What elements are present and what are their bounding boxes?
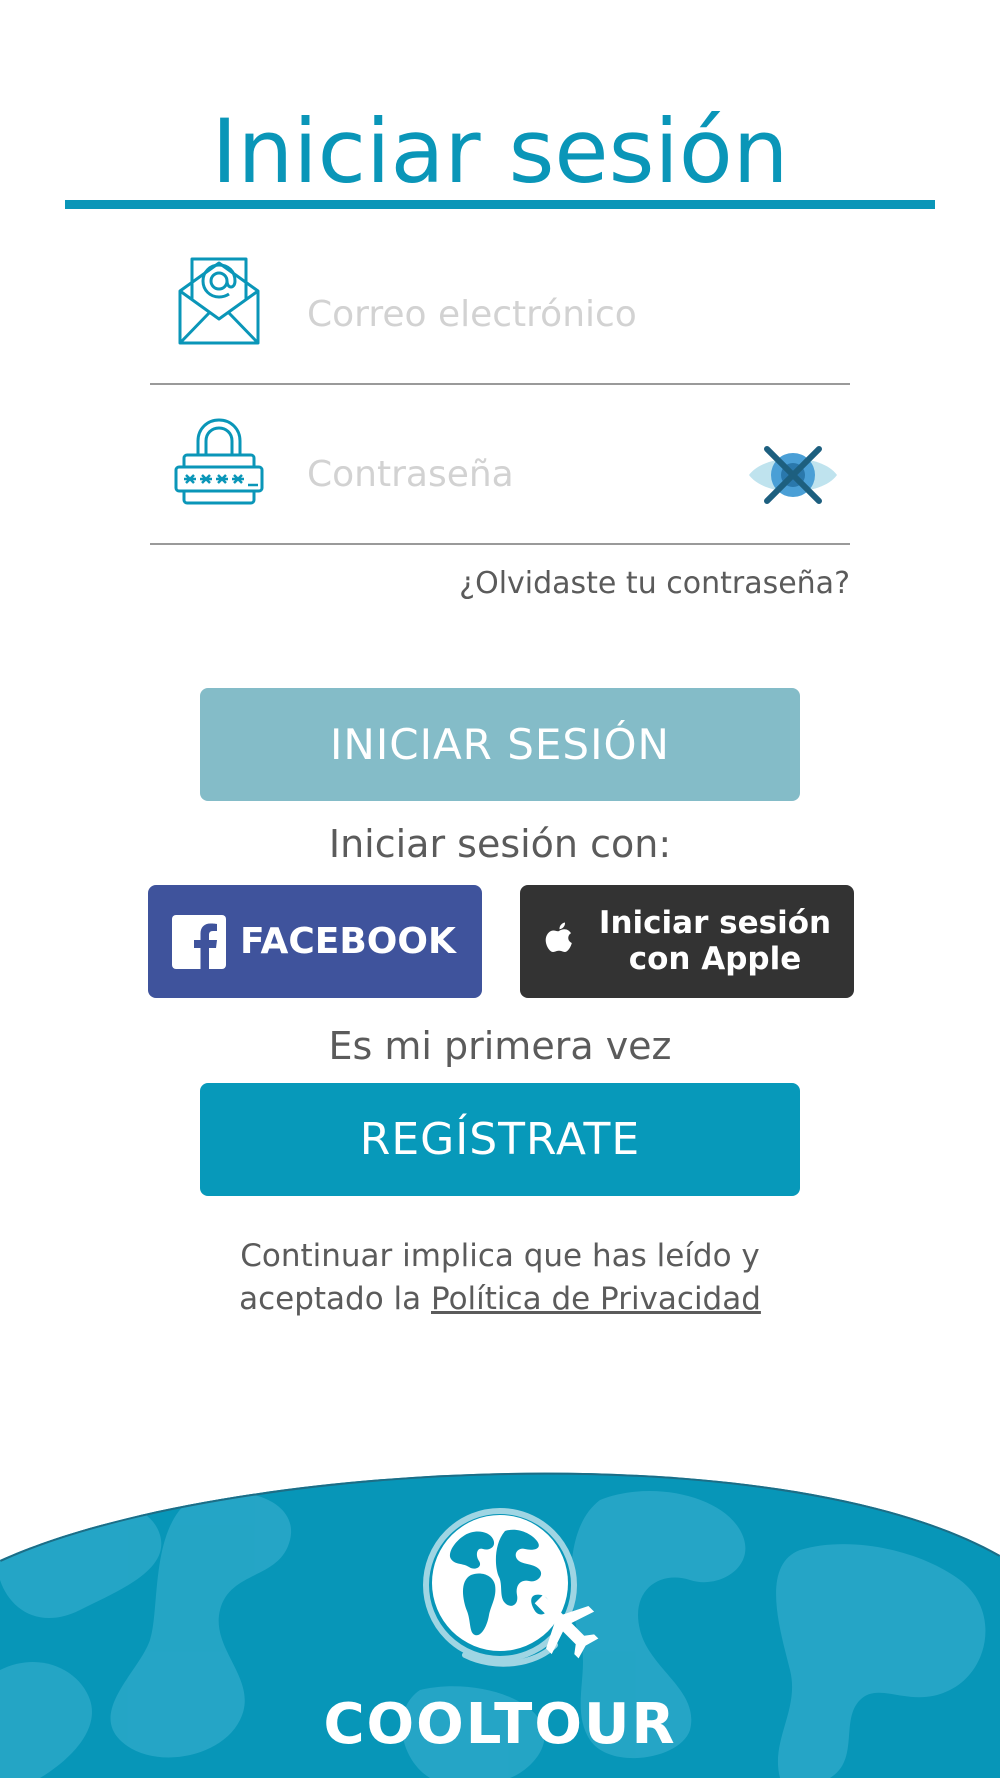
apple-logo-icon [545,922,572,953]
password-field [150,393,850,545]
envelope-at-icon [178,257,260,345]
apple-button-label: Iniciar sesión con Apple [590,905,840,977]
title-underline [65,200,935,209]
padlock-password-icon [174,418,264,505]
social-login-label: Iniciar sesión con: [328,822,672,866]
eye-hidden-icon[interactable] [745,443,841,507]
globe-airplane-logo [423,1508,599,1667]
brand-name: COOLTOUR [323,1692,677,1757]
email-input[interactable] [305,283,749,345]
forgot-password-link[interactable]: ¿Olvidaste tu contraseña? [459,566,850,601]
facebook-login-button[interactable]: FACEBOOK [148,885,482,998]
privacy-notice-line2: aceptado la [239,1281,431,1317]
page-title: Iniciar sesión [211,100,789,203]
login-button[interactable]: INICIAR SESIÓN [200,688,800,801]
privacy-policy-link[interactable]: Política de Privacidad [431,1281,761,1317]
privacy-notice: Continuar implica que has leído y acepta… [0,1235,1000,1321]
privacy-notice-line1: Continuar implica que has leído y [240,1238,760,1274]
password-input[interactable] [305,443,749,505]
facebook-button-label: FACEBOOK [240,921,456,962]
apple-login-button[interactable]: Iniciar sesión con Apple [520,885,854,998]
first-time-label: Es mi primera vez [328,1024,672,1068]
apple-button-label-line1: Iniciar sesión [598,905,832,941]
facebook-logo-icon [172,915,226,969]
register-button[interactable]: REGÍSTRATE [200,1083,800,1196]
apple-button-label-line2: con Apple [628,941,802,977]
email-field [150,233,850,385]
